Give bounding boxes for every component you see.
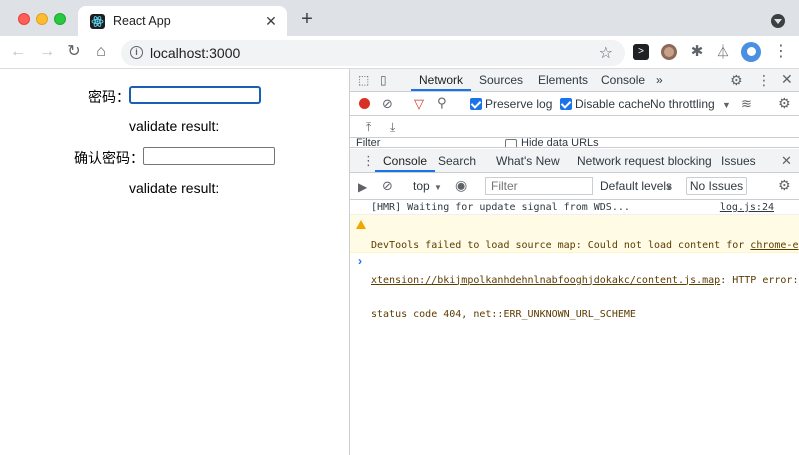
password-input[interactable] <box>129 86 261 104</box>
tab-console[interactable]: Console <box>601 73 645 87</box>
confirm-password-input[interactable] <box>143 147 275 165</box>
log-source-link[interactable]: log.js:24 <box>720 202 774 213</box>
devtools-main-tabs: ⬚ ▯ Network Sources Elements Console » ⚙… <box>350 69 799 92</box>
site-info-icon[interactable]: i <box>130 46 143 59</box>
tab-network[interactable]: Network <box>410 73 472 91</box>
console-message-warning: DevTools failed to load source map: Coul… <box>350 215 799 320</box>
flask-extension-icon[interactable]: ⏃ <box>715 44 731 60</box>
chevron-down-icon[interactable]: ▼ <box>722 98 731 112</box>
zoom-window-button[interactable] <box>54 13 66 25</box>
throttling-select[interactable]: No throttling <box>650 97 715 111</box>
warning-text-2: : HTTP error: <box>720 274 799 286</box>
reload-icon[interactable]: ↻ <box>64 42 84 62</box>
record-icon[interactable] <box>359 98 370 109</box>
network-toolbar: ⊘ ▽ ⚲ Preserve log Disable cache No thro… <box>350 92 799 116</box>
validate-result-2: validate result: <box>129 180 220 196</box>
password-label: 密码： <box>88 90 130 106</box>
hide-data-urls-label: Hide data URLs <box>521 138 599 148</box>
levels-chevron-icon[interactable]: ▼ <box>665 181 673 195</box>
tab-elements[interactable]: Elements <box>538 73 588 87</box>
back-icon[interactable]: ← <box>8 42 28 62</box>
drawer-menu-icon[interactable]: ⋮ <box>362 154 375 168</box>
tab-close-icon[interactable]: ✕ <box>263 13 279 29</box>
warning-text-3: status code 404, net::ERR_UNKNOWN_URL_SC… <box>371 309 636 320</box>
tab-strip: React App ✕ + <box>0 0 799 36</box>
disable-cache-checkbox[interactable] <box>560 98 572 110</box>
devtools-menu-icon[interactable]: ⋮ <box>757 73 771 87</box>
network-filter-row: Filter Hide data URLs <box>350 138 799 148</box>
preserve-log-checkbox[interactable] <box>470 98 482 110</box>
close-window-button[interactable] <box>18 13 30 25</box>
drawer-tab-search[interactable]: Search <box>438 154 476 168</box>
warning-icon <box>356 220 366 229</box>
console-filter-input[interactable] <box>485 177 593 195</box>
page-content: 密码： validate result: 确认密码： validate resu… <box>0 69 349 455</box>
drawer-tab-request-blocking[interactable]: Network request blocking <box>577 154 712 168</box>
browser-window: React App ✕ + ← → ↻ ⌂ i localhost:3000 ☆… <box>0 0 799 455</box>
clear-console-icon[interactable]: ⊘ <box>382 179 393 193</box>
drawer-tab-issues[interactable]: Issues <box>721 154 756 168</box>
console-output: [HMR] Waiting for update signal from WDS… <box>350 200 799 455</box>
settings-gear-icon[interactable]: ⚙ <box>730 73 743 87</box>
sidebar-toggle-icon[interactable]: ▶ <box>358 180 367 194</box>
tab-sources[interactable]: Sources <box>479 73 523 87</box>
home-icon[interactable]: ⌂ <box>91 42 111 62</box>
tab-search-icon[interactable] <box>771 14 785 28</box>
filter-funnel-icon[interactable]: ▽ <box>414 97 424 111</box>
drawer-tab-console[interactable]: Console <box>374 154 436 172</box>
log-text: [HMR] Waiting for update signal from WDS… <box>371 202 630 213</box>
forward-icon[interactable]: → <box>37 42 57 62</box>
new-tab-button[interactable]: + <box>297 9 317 30</box>
more-tabs-icon[interactable]: » <box>656 73 663 87</box>
react-icon <box>90 14 105 29</box>
confirm-password-label: 确认密码： <box>74 151 144 167</box>
console-prompt-icon[interactable]: › <box>358 254 362 268</box>
extension-circle-icon[interactable] <box>661 44 677 60</box>
inspect-element-icon[interactable]: ⬚ <box>358 73 369 87</box>
browser-toolbar: ← → ↻ ⌂ i localhost:3000 ☆ > ✱ ⏃ ⋮ <box>0 36 799 69</box>
disable-cache-label: Disable cache <box>575 97 651 111</box>
no-issues-button[interactable]: No Issues <box>686 177 747 195</box>
puzzle-extensions-icon[interactable]: ✱ <box>689 44 705 60</box>
bookmark-star-icon[interactable]: ☆ <box>599 43 613 63</box>
minimize-window-button[interactable] <box>36 13 48 25</box>
hide-data-urls-checkbox[interactable] <box>505 139 517 147</box>
drawer-tabs: ⋮ Console Search What's New Network requ… <box>350 149 799 173</box>
console-toolbar: ▶ ⊘ top ▼ ◉ Default levels ▼ No Issues ⚙ <box>350 173 799 200</box>
profile-avatar[interactable] <box>741 42 761 62</box>
log-levels-select[interactable]: Default levels <box>600 179 672 193</box>
context-chevron-icon[interactable]: ▼ <box>434 181 442 195</box>
network-settings-gear-icon[interactable]: ⚙ <box>778 96 791 110</box>
devtools-panel: ⬚ ▯ Network Sources Elements Console » ⚙… <box>349 69 799 455</box>
live-expression-eye-icon[interactable]: ◉ <box>455 178 467 192</box>
export-har-icon[interactable]: ⤓ <box>390 120 395 134</box>
drawer-tab-whats-new[interactable]: What's New <box>496 154 560 168</box>
search-icon[interactable]: ⚲ <box>437 96 447 110</box>
menu-kebab-icon[interactable]: ⋮ <box>773 44 789 60</box>
console-message-log: [HMR] Waiting for update signal from WDS… <box>350 200 799 215</box>
address-bar[interactable]: i localhost:3000 ☆ <box>121 40 625 66</box>
clear-icon[interactable]: ⊘ <box>382 97 393 111</box>
source-map-link[interactable]: xtension://bkijmpolkanhdehnlnabfooghjdok… <box>371 275 720 286</box>
terminal-extension-icon[interactable]: > <box>633 44 649 60</box>
close-drawer-icon[interactable]: ✕ <box>781 154 792 168</box>
tab-title: React App <box>113 14 171 28</box>
warning-text: DevTools failed to load source map: Coul… <box>371 240 751 251</box>
device-toolbar-icon[interactable]: ▯ <box>380 73 387 87</box>
validate-result-1: validate result: <box>129 118 220 134</box>
import-har-icon[interactable]: ⤒ <box>366 120 371 134</box>
network-toolbar-row2: ⤒ ⤓ <box>350 116 799 138</box>
console-settings-gear-icon[interactable]: ⚙ <box>778 178 791 192</box>
network-conditions-icon[interactable]: ≋ <box>741 97 752 111</box>
context-select[interactable]: top <box>413 179 430 193</box>
url-text[interactable]: localhost:3000 <box>150 45 240 61</box>
close-devtools-icon[interactable]: ✕ <box>781 72 793 86</box>
source-map-link-part1[interactable]: chrome-e <box>750 240 798 251</box>
preserve-log-label: Preserve log <box>485 97 553 111</box>
browser-tab[interactable]: React App ✕ <box>78 6 287 36</box>
network-filter-input[interactable]: Filter <box>356 138 380 147</box>
